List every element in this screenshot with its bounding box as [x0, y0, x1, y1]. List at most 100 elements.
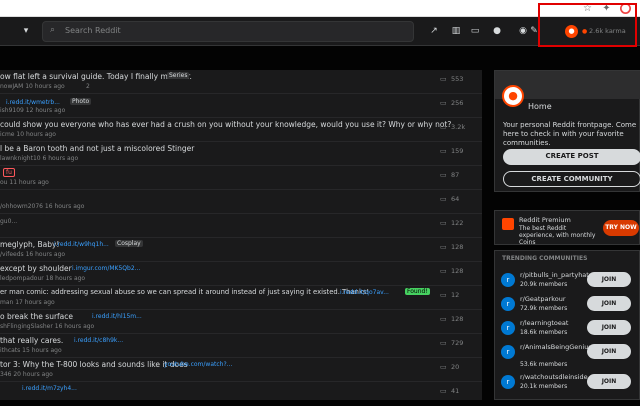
post-item[interactable]: ow flat left a survival guide. Today I f…: [0, 70, 482, 94]
chat-icon[interactable]: ▭: [469, 25, 481, 37]
comment-count[interactable]: 256: [451, 99, 463, 107]
post-title[interactable]: ow flat left a survival guide. Today I f…: [0, 72, 192, 81]
community-avatar: r: [501, 297, 515, 311]
community-item[interactable]: r r/pitbulls_in_partyhats 20.9k members …: [501, 271, 640, 291]
post-link[interactable]: i.redd.it/wmetrb...: [6, 99, 60, 106]
post-feed: ow flat left a survival guide. Today I f…: [0, 70, 482, 400]
community-members: 53.6k members: [520, 361, 568, 368]
post-title[interactable]: meglyph, Baby!: [0, 240, 59, 249]
community-item[interactable]: r r/AnimalsBeingGeniuses 53.6k members J…: [501, 343, 640, 368]
join-button[interactable]: JOIN: [587, 320, 631, 335]
comment-count[interactable]: 20: [451, 363, 459, 371]
comment-icon: ▭: [440, 75, 447, 83]
snoo-icon: ●: [502, 85, 524, 107]
post-item[interactable]: except by shoulder i.imgur.com/MK5Qb2...…: [0, 262, 482, 286]
comment-count[interactable]: 128: [451, 315, 463, 323]
create-post-button[interactable]: CREATE POST: [503, 149, 640, 165]
post-link[interactable]: i.redd.it/m7zyh4...: [22, 385, 77, 392]
post-meta: ou 11 hours ago: [0, 179, 49, 186]
post-meta: ithcats 15 hours ago: [0, 347, 62, 354]
comment-count[interactable]: 64: [451, 195, 459, 203]
comment-count[interactable]: 3.2k: [451, 123, 465, 131]
post-item[interactable]: er man comic: addressing sexual abuse so…: [0, 286, 482, 310]
post-title[interactable]: could show you everyone who has ever had…: [0, 120, 451, 129]
comment-icon: ▭: [440, 243, 447, 251]
post-item[interactable]: /ohhowm2076 16 hours ago ▭ 64: [0, 190, 482, 214]
community-item[interactable]: r r/Geatparkour 72.9k members JOIN: [501, 295, 640, 315]
post-link[interactable]: i.redd.it/hl15m...: [92, 313, 142, 320]
comment-icon: ▭: [440, 387, 447, 395]
trending-icon[interactable]: ↗: [428, 25, 440, 37]
comment-count[interactable]: 12: [451, 291, 459, 299]
comment-count[interactable]: 87: [451, 171, 459, 179]
comment-icon: ▭: [440, 267, 447, 275]
comment-icon: ▭: [440, 219, 447, 227]
post-item[interactable]: could show you everyone who has ever had…: [0, 118, 482, 142]
post-flair: fu: [3, 168, 15, 177]
post-item[interactable]: i.redd.it/m7zyh4... ▭ 41: [0, 382, 482, 406]
post-title[interactable]: that really cares.: [0, 336, 63, 345]
search-input[interactable]: ⌕ Search Reddit: [42, 21, 414, 42]
chart-icon[interactable]: ▥: [450, 25, 462, 37]
post-link[interactable]: i.redd.it/qo7av...: [340, 289, 389, 296]
community-name[interactable]: r/Geatparkour: [520, 295, 566, 303]
post-item[interactable]: fu ou 11 hours ago ▭ 87: [0, 166, 482, 190]
comment-icon: ▭: [440, 315, 447, 323]
comment-count[interactable]: 128: [451, 267, 463, 275]
join-button[interactable]: JOIN: [587, 296, 631, 311]
community-name[interactable]: r/pitbulls_in_partyhats: [520, 271, 592, 279]
try-now-button[interactable]: TRY NOW: [603, 220, 639, 236]
post-title[interactable]: l be a Baron tooth and not just a miscol…: [0, 144, 194, 153]
chevron-down-icon[interactable]: ▾: [20, 25, 32, 37]
post-item[interactable]: l be a Baron tooth and not just a miscol…: [0, 142, 482, 166]
comment-count[interactable]: 159: [451, 147, 463, 155]
post-title[interactable]: except by shoulder: [0, 264, 72, 273]
comment-count[interactable]: 553: [451, 75, 463, 83]
post-link[interactable]: i.redd.it/w9hq1h...: [54, 241, 109, 248]
join-button[interactable]: JOIN: [587, 272, 631, 287]
post-item[interactable]: meglyph, Baby! i.redd.it/w9hq1h... Cospl…: [0, 238, 482, 262]
award-count: 2: [86, 83, 90, 90]
search-placeholder: Search Reddit: [65, 26, 121, 35]
post-title[interactable]: tor 3: Why the T-800 looks and sounds li…: [0, 360, 188, 369]
community-name[interactable]: r/watchoutsdleinside: [520, 373, 588, 381]
community-avatar: r: [501, 321, 515, 335]
comment-icon: ▭: [440, 123, 447, 131]
post-link[interactable]: i.imgur.com/MK5Qb2...: [72, 265, 140, 272]
join-button[interactable]: JOIN: [587, 344, 631, 359]
comment-count[interactable]: 729: [451, 339, 463, 347]
post-item[interactable]: that really cares. i.redd.it/c8h9k... it…: [0, 334, 482, 358]
community-members: 18.6k members: [520, 329, 568, 336]
community-members: 20.1k members: [520, 383, 568, 390]
community-avatar: r: [501, 273, 515, 287]
create-community-button[interactable]: CREATE COMMUNITY: [503, 171, 640, 187]
comment-icon: ▭: [440, 147, 447, 155]
post-meta: lawnknight10 6 hours ago: [0, 155, 79, 162]
community-name[interactable]: r/learningtoeat: [520, 319, 568, 327]
post-item[interactable]: tor 3: Why the T-800 looks and sounds li…: [0, 358, 482, 382]
post-title[interactable]: er man comic: addressing sexual abuse so…: [0, 288, 369, 296]
comment-count[interactable]: 128: [451, 243, 463, 251]
search-icon: ⌕: [50, 25, 56, 35]
post-item[interactable]: o break the surface i.redd.it/hl15m... s…: [0, 310, 482, 334]
post-title[interactable]: o break the surface: [0, 312, 73, 321]
home-description: Your personal Reddit frontpage. Come her…: [503, 121, 637, 147]
comment-count[interactable]: 41: [451, 387, 459, 395]
post-item[interactable]: i.redd.it/wmetrb... Photo ish9109 12 hou…: [0, 94, 482, 118]
post-meta: /vifeeds 16 hours ago: [0, 251, 66, 258]
post-meta: shFlingingSlasher 16 hours ago: [0, 323, 95, 330]
comment-count[interactable]: 122: [451, 219, 463, 227]
comment-icon: ▭: [440, 99, 447, 107]
post-link[interactable]: youtube.com/watch?...: [164, 361, 232, 368]
community-item[interactable]: r r/learningtoeat 18.6k members JOIN: [501, 319, 640, 339]
join-button[interactable]: JOIN: [587, 374, 631, 389]
home-card: ● Home Your personal Reddit frontpage. C…: [494, 70, 640, 192]
post-item[interactable]: gu0... ▭ 122: [0, 214, 482, 238]
premium-card: Reddit Premium The best Reddit experienc…: [494, 210, 640, 246]
community-item[interactable]: r r/watchoutsdleinside 20.1k members JOI…: [501, 373, 640, 393]
messages-icon[interactable]: ●: [491, 25, 503, 37]
community-name[interactable]: r/AnimalsBeingGeniuses: [520, 343, 599, 351]
post-link[interactable]: i.redd.it/c8h9k...: [74, 337, 123, 344]
post-flair: Found!: [405, 288, 430, 295]
post-meta: 346 20 hours ago: [0, 371, 53, 378]
